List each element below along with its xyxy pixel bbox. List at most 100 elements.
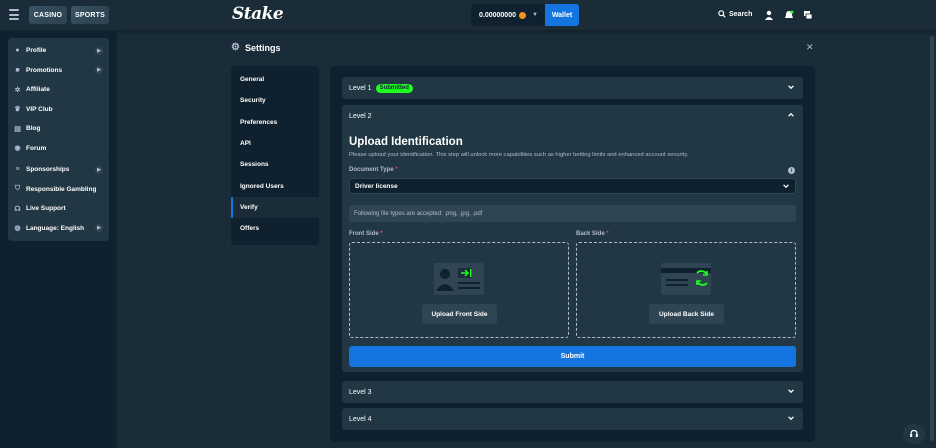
sidebar-group-main: ● Profile ▶ ■ Promotions ▶ ✲ Affiliate ♛ VIP C… [8, 38, 109, 161]
gear-icon: ⚙ [231, 42, 240, 53]
chevron-right-icon: ▶ [95, 165, 103, 174]
sidebar-item-label: Affiliate [26, 86, 50, 94]
sidebar-item-affiliate[interactable]: ✲ Affiliate [8, 80, 109, 100]
blog-icon: ▤ [14, 125, 21, 133]
globe-icon: ◍ [14, 225, 21, 233]
menu-item-ignored-users[interactable]: Ignored Users [231, 175, 319, 196]
upload-back-side-button[interactable]: Upload Back Side [649, 304, 724, 324]
live-support-button[interactable] [903, 424, 925, 444]
sidebar-group-secondary: ≡ Sponsorships ▶ ⛉ Responsible Gambling ☊ Li… [8, 157, 109, 241]
required-mark: * [380, 231, 383, 237]
chevron-down-icon [783, 184, 789, 189]
back-side-label: Back Side * [576, 231, 609, 237]
sidebar-item-label: Profile [26, 47, 47, 55]
level-2-row[interactable]: Level 2 [342, 105, 803, 127]
level-1-label: Level 1 [349, 84, 372, 92]
menu-item-verify[interactable]: Verify [231, 196, 319, 219]
level-4-row[interactable]: Level 4 [342, 408, 803, 430]
sidebar-item-label: Sponsorships [26, 166, 70, 174]
sidebar: ● Profile ▶ ■ Promotions ▶ ✲ Affiliate ♛ VIP C… [0, 30, 117, 448]
settings-menu: General Security Preferences API Session… [231, 66, 319, 245]
affiliate-icon: ✲ [14, 86, 21, 94]
chevron-down-icon: ▼ [531, 12, 538, 18]
chevron-down-icon [788, 416, 794, 421]
level-1-row[interactable]: Level 1 Submitted [342, 77, 803, 99]
wallet-button[interactable]: Wallet [545, 4, 579, 26]
page-scrollbar[interactable] [930, 36, 934, 441]
menu-item-api[interactable]: API [231, 133, 319, 154]
level-3-row[interactable]: Level 3 [342, 381, 803, 403]
btc-coin-icon [518, 11, 526, 19]
sidebar-item-language[interactable]: ◍ Language: English ▶ [8, 219, 109, 239]
chevron-down-icon [788, 85, 794, 90]
menu-item-security[interactable]: Security [231, 90, 319, 111]
headset-icon: ☊ [14, 205, 21, 213]
close-icon[interactable]: ✕ [806, 42, 814, 53]
headset-icon [910, 429, 918, 437]
user-icon: ● [15, 47, 20, 55]
level-2-content: Upload Identification Please upload your… [342, 127, 803, 372]
sidebar-item-label: Language: English [26, 224, 85, 232]
chevron-right-icon: ▶ [95, 46, 103, 55]
sidebar-item-label: Forum [26, 144, 47, 152]
level-2-label: Level 2 [349, 112, 372, 120]
front-side-dropzone[interactable]: Upload Front Side [349, 242, 569, 338]
sports-button[interactable]: SPORTS [71, 6, 109, 24]
required-mark: * [395, 167, 398, 173]
verify-panel: Level 1 Submitted Level 2 Upload Identif… [330, 66, 815, 442]
upload-description: Please upload your identification. This … [349, 152, 689, 158]
settings-title: Settings [244, 42, 281, 53]
sidebar-item-vip-club[interactable]: ♛ VIP Club [8, 100, 109, 120]
stake-logo[interactable]: Stake [232, 4, 284, 24]
menu-item-offers[interactable]: Offers [231, 218, 319, 239]
id-card-front-icon [434, 263, 484, 295]
front-side-label: Front Side * [349, 231, 383, 237]
sidebar-item-live-support[interactable]: ☊ Live Support [8, 199, 109, 219]
id-card-back-icon [661, 263, 711, 295]
sidebar-item-sponsorships[interactable]: ≡ Sponsorships ▶ [8, 160, 109, 180]
sidebar-item-responsible-gambling[interactable]: ⛉ Responsible Gambling [8, 180, 109, 200]
menu-toggle-icon[interactable] [9, 9, 19, 21]
menu-item-general[interactable]: General [231, 69, 319, 90]
forum-icon: ◉ [14, 145, 21, 153]
chevron-up-icon [788, 112, 794, 117]
search-icon [718, 10, 726, 18]
document-type-label: Document Type * [349, 167, 398, 173]
level-4-label: Level 4 [349, 415, 372, 423]
menu-item-preferences[interactable]: Preferences [231, 112, 319, 133]
search-button[interactable]: Search [718, 10, 752, 18]
sidebar-item-label: VIP Club [26, 105, 53, 113]
sidebar-item-forum[interactable]: ◉ Forum [8, 139, 109, 159]
gift-icon: ■ [15, 66, 20, 74]
sidebar-item-promotions[interactable]: ■ Promotions ▶ [8, 61, 109, 81]
search-label: Search [729, 10, 753, 18]
notifications-icon[interactable] [784, 10, 794, 20]
chevron-down-icon [788, 389, 794, 394]
sidebar-item-label: Blog [26, 125, 41, 133]
shield-icon: ⛉ [14, 185, 21, 193]
document-type-value: Driver license [355, 182, 398, 190]
sidebar-item-label: Responsible Gambling [26, 185, 97, 193]
sidebar-item-profile[interactable]: ● Profile ▶ [8, 41, 109, 61]
sponsorship-icon: ≡ [15, 166, 20, 174]
user-icon[interactable] [764, 10, 774, 20]
submit-button[interactable]: Submit [349, 346, 796, 367]
back-side-dropzone[interactable]: Upload Back Side [576, 242, 796, 338]
balance-value: 0.00000000 [479, 11, 516, 19]
casino-button[interactable]: CASINO [29, 6, 67, 24]
sidebar-item-blog[interactable]: ▤ Blog [8, 119, 109, 139]
top-bar: CASINO SPORTS Stake 0.00000000 ▼ Wallet … [0, 0, 936, 30]
chevron-right-icon: ▶ [95, 224, 103, 233]
upload-title: Upload Identification [349, 136, 463, 148]
menu-item-sessions[interactable]: Sessions [231, 154, 319, 175]
upload-front-side-button[interactable]: Upload Front Side [422, 304, 497, 324]
settings-header: ⚙ Settings [231, 42, 280, 53]
balance-dropdown[interactable]: 0.00000000 ▼ [471, 4, 545, 26]
trophy-icon: ♛ [14, 106, 21, 114]
status-badge: Submitted [375, 83, 413, 93]
info-icon[interactable]: i [788, 167, 795, 174]
file-types-note: Following file types are accepted: .png,… [349, 205, 796, 222]
chat-icon[interactable] [803, 10, 813, 20]
document-type-select[interactable]: Driver license [349, 178, 796, 194]
chevron-right-icon: ▶ [95, 66, 103, 75]
